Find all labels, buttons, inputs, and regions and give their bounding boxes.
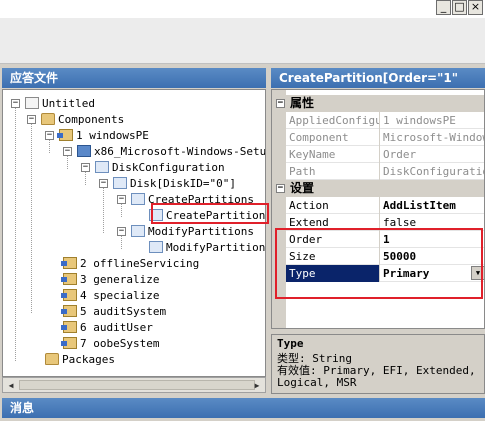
scroll-left-icon[interactable]: ◀ <box>4 379 18 392</box>
messages-pane-title: 消息 <box>2 398 485 418</box>
description-title: Type <box>277 337 304 350</box>
property-value[interactable]: AddListItem <box>381 197 484 214</box>
box-icon <box>113 177 127 189</box>
collapse-toggle-icon[interactable]: − <box>81 162 90 172</box>
property-value: Order <box>383 148 417 161</box>
tree-node-oobesystem[interactable]: 7 oobeSystem <box>61 335 159 351</box>
description-valid-values-cont: Logical, MSR <box>277 376 357 389</box>
collapse-toggle-icon[interactable]: − <box>117 226 126 236</box>
folder-icon <box>45 353 59 365</box>
tree-node-offlineservicing[interactable]: 2 offlineServicing <box>61 255 199 271</box>
collapse-toggle-icon[interactable]: − <box>276 184 285 193</box>
document-icon <box>25 97 39 109</box>
tree-node-modifypartitions[interactable]: − ModifyPartitions <box>117 223 254 239</box>
property-row-keyname[interactable]: KeyName Order <box>286 146 484 163</box>
answer-file-tree[interactable]: − Untitled − Components − 1 windowsPE − … <box>2 89 266 377</box>
annotation-box-createpartition <box>151 203 269 224</box>
tree-node-untitled[interactable]: − Untitled <box>11 95 95 111</box>
category-label: 设置 <box>290 181 315 195</box>
property-key: Path <box>286 163 380 180</box>
pass-icon <box>61 305 77 317</box>
pass-icon <box>61 257 77 269</box>
collapse-toggle-icon[interactable]: − <box>27 114 36 124</box>
tree-node-generalize[interactable]: 3 generalize <box>61 271 159 287</box>
component-icon <box>77 145 91 157</box>
pass-icon <box>61 273 77 285</box>
box-icon <box>95 161 109 173</box>
collapse-toggle-icon[interactable]: − <box>11 98 20 108</box>
scroll-right-icon[interactable]: ▶ <box>250 379 264 392</box>
collapse-toggle-icon[interactable]: − <box>117 194 126 204</box>
box-icon <box>131 193 145 205</box>
category-settings[interactable]: − 设置 <box>272 180 484 197</box>
property-row-path[interactable]: Path DiskConfiguratio <box>286 163 485 180</box>
box-icon <box>149 241 163 253</box>
maximize-button[interactable]: □ <box>452 0 467 15</box>
annotation-box-settings <box>275 228 483 299</box>
tree-node-packages[interactable]: Packages <box>45 351 115 367</box>
tree-connector <box>103 184 104 233</box>
collapse-toggle-icon[interactable]: − <box>63 146 72 156</box>
tree-node-audituser[interactable]: 6 auditUser <box>61 319 153 335</box>
property-key: Component <box>286 129 380 146</box>
property-key: AppliedConfigur <box>286 112 380 129</box>
pass-icon <box>61 337 77 349</box>
pass-icon <box>61 289 77 301</box>
box-icon <box>131 225 145 237</box>
property-description: Type 类型: String 有效值: Primary, EFI, Exten… <box>271 334 485 394</box>
property-value: 1 windowsPE <box>383 114 456 127</box>
collapse-toggle-icon[interactable]: − <box>45 130 54 140</box>
tree-horizontal-scrollbar[interactable]: ◀ ▶ <box>2 377 266 393</box>
property-value: Microsoft-Window <box>383 131 485 144</box>
pass-icon <box>61 321 77 333</box>
property-row-component[interactable]: Component Microsoft-Window <box>286 129 485 146</box>
property-row-appliedconfiguration[interactable]: AppliedConfigur 1 windowsPE <box>286 112 484 129</box>
properties-pane-title: CreatePartition[Order="1" <box>271 68 485 88</box>
tree-node-diskconfiguration[interactable]: − DiskConfiguration <box>81 159 225 175</box>
category-label: 属性 <box>290 96 315 110</box>
minimize-button[interactable]: _ <box>436 0 451 15</box>
property-key: KeyName <box>286 146 380 163</box>
property-value: DiskConfiguratio <box>383 165 485 178</box>
property-key: Action <box>286 197 380 214</box>
tree-node-specialize[interactable]: 4 specialize <box>61 287 159 303</box>
tree-node-windowspe[interactable]: − 1 windowsPE <box>45 127 149 143</box>
tree-node-disk0[interactable]: − Disk[DiskID="0"] <box>99 175 236 191</box>
scrollbar-thumb[interactable] <box>19 380 255 390</box>
tree-node-auditsystem[interactable]: 5 auditSystem <box>61 303 166 319</box>
tree-node-modifypartition[interactable]: ModifyPartition <box>149 239 265 255</box>
tree-connector <box>31 120 32 313</box>
folder-icon <box>41 113 55 125</box>
window-title-bar: _ □ × <box>0 0 485 18</box>
window-buttons: _ □ × <box>436 0 483 15</box>
tree-connector <box>15 104 16 361</box>
property-row-action[interactable]: Action AddListItem <box>286 197 484 214</box>
category-attributes[interactable]: − 属性 <box>272 95 484 112</box>
collapse-toggle-icon[interactable]: − <box>276 99 285 108</box>
collapse-toggle-icon[interactable]: − <box>99 178 108 188</box>
answer-file-pane-title: 应答文件 <box>2 68 266 88</box>
tree-node-setup-component[interactable]: − x86_Microsoft-Windows-Setup_ <box>63 143 265 159</box>
toolbar-area <box>0 18 485 64</box>
tree-node-components[interactable]: − Components <box>27 111 124 127</box>
close-button[interactable]: × <box>468 0 483 15</box>
pass-icon <box>57 129 73 141</box>
